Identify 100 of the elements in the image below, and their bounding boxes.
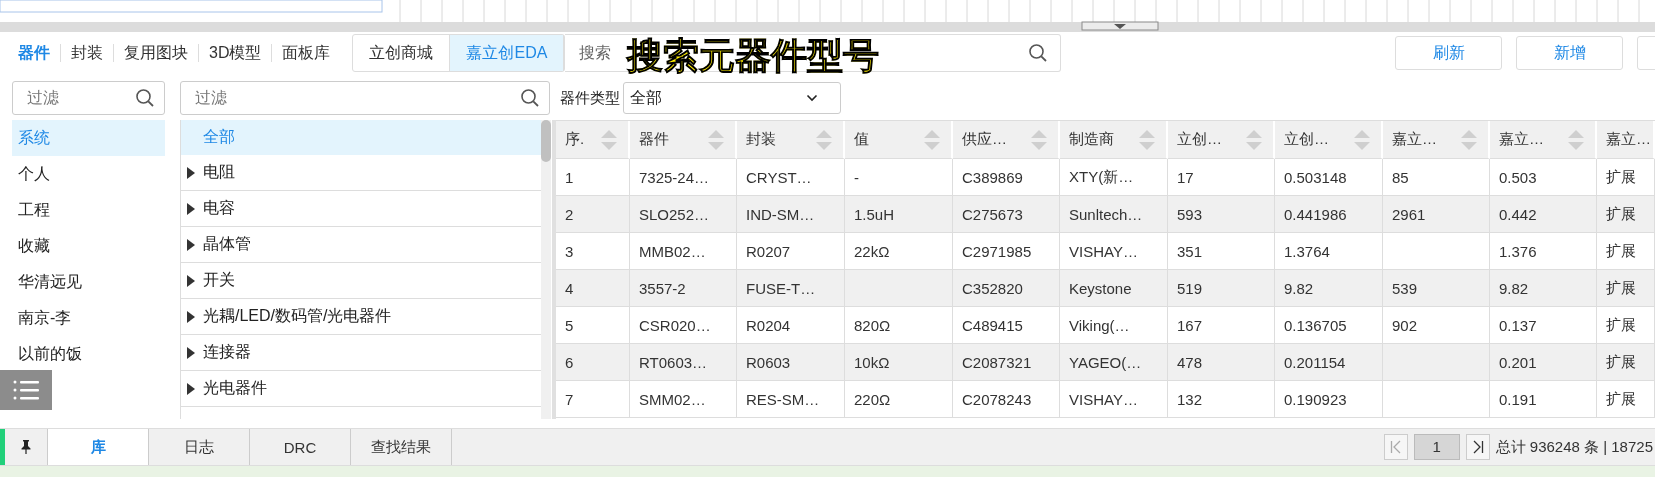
table-cell: Viking(… [1060,307,1168,344]
table-cell: 1.376 [1490,233,1597,270]
column-header[interactable]: 值 [845,121,953,159]
table-cell: 17 [1168,159,1275,196]
table-cell: C489415 [953,307,1060,344]
table-cell: 扩展 [1597,233,1655,270]
table-cell: 1 [556,159,630,196]
table-cell: RES-SM… [737,381,845,418]
library-tab[interactable]: 复用图块 [114,42,198,64]
table-cell: 85 [1383,159,1490,196]
table-cell: 593 [1168,196,1275,233]
table-cell: 9.82 [1275,270,1383,307]
table-cell: 2961 [1383,196,1490,233]
table-cell: 167 [1168,307,1275,344]
table-cell: MMB02… [630,233,737,270]
panel-tab[interactable]: 日志 [148,429,249,465]
table-cell: 0.201 [1490,344,1597,381]
column-header[interactable]: 立创… [1275,121,1383,159]
table-cell: 0.136705 [1275,307,1383,344]
library-item[interactable]: 收藏 [12,228,165,264]
table-cell: SLO252… [630,196,737,233]
table-cell: 10kΩ [845,344,953,381]
type-dropdown[interactable]: 全部 [623,82,841,114]
action-button[interactable]: 新增 [1516,36,1623,70]
table-cell: 0.190923 [1275,381,1383,418]
column-header[interactable]: 立创… [1168,121,1275,159]
panel-tab[interactable]: DRC [249,429,350,465]
category-item[interactable]: 电容 [181,191,541,227]
table-cell: 7325-24… [630,159,737,196]
table-cell: 扩展 [1597,344,1655,381]
panel-tab[interactable]: 查找结果 [350,429,452,465]
table-cell: Sunltech… [1060,196,1168,233]
category-item[interactable]: 电阻 [181,155,541,191]
column-header[interactable]: 嘉立… [1490,121,1597,159]
table-cell: R0204 [737,307,845,344]
filter-field[interactable]: 过滤 [12,81,165,115]
table-cell: FUSE-T… [737,270,845,307]
column-header[interactable]: 封装 [737,121,845,159]
table-cell: 0.442 [1490,196,1597,233]
panel-tab[interactable]: 库 [47,429,148,465]
category-item[interactable]: 开关 [181,263,541,299]
table-cell: 539 [1383,270,1490,307]
table-cell: 5 [556,307,630,344]
table-cell: C275673 [953,196,1060,233]
filter-field[interactable]: 过滤 [180,81,550,115]
table-cell: 3557-2 [630,270,737,307]
table-cell: 0.503 [1490,159,1597,196]
source-tab[interactable]: 立创商城 [353,35,450,71]
table-cell: VISHAY… [1060,233,1168,270]
table-cell: C2971985 [953,233,1060,270]
table-cell: 0.441986 [1275,196,1383,233]
table-cell: 902 [1383,307,1490,344]
table-cell: 22kΩ [845,233,953,270]
library-item[interactable]: 华清远见 [12,264,165,300]
column-header[interactable]: 嘉立… [1383,121,1490,159]
column-header[interactable]: 制造商 [1060,121,1168,159]
library-tab[interactable]: 3D模型 [199,42,272,64]
table-cell: 1.3764 [1275,233,1383,270]
category-item[interactable]: 晶体管 [181,227,541,263]
action-button[interactable]: 刷新 [1395,36,1502,70]
table-cell: 6 [556,344,630,381]
table-cell: 1.5uH [845,196,953,233]
library-item[interactable]: 个人 [12,156,165,192]
table-cell: C2078243 [953,381,1060,418]
column-header[interactable]: 供应… [953,121,1060,159]
table-cell: 扩展 [1597,159,1655,196]
table-cell: Keystone [1060,270,1168,307]
page-field[interactable]: 1 [1413,434,1460,460]
table-cell: VISHAY… [1060,381,1168,418]
category-item[interactable]: 连接器 [181,335,541,371]
table-cell: 3 [556,233,630,270]
table-cell: 扩展 [1597,270,1655,307]
table-cell: 132 [1168,381,1275,418]
category-item[interactable]: 光电器件 [181,371,541,407]
table-cell: 351 [1168,233,1275,270]
search-field[interactable]: 搜索 [565,36,624,70]
library-item[interactable]: 南京-李 [12,300,165,336]
table-cell: CSR020… [630,307,737,344]
annotation-text: 搜索元器件型号 [627,36,880,76]
category-item[interactable]: 光耦/LED/数码管/光电器件 [181,299,541,335]
column-header[interactable]: 嘉立… [1597,121,1655,159]
table-cell: 478 [1168,344,1275,381]
library-item[interactable]: 工程 [12,192,165,228]
table-cell: R0603 [737,344,845,381]
table-cell: RT0603… [630,344,737,381]
table-cell: 220Ω [845,381,953,418]
column-header[interactable]: 器件 [630,121,737,159]
table-cell: 4 [556,270,630,307]
table-cell: C352820 [953,270,1060,307]
library-tab[interactable]: 封装 [61,42,113,64]
table-cell: 扩展 [1597,307,1655,344]
table-cell: 9.82 [1490,270,1597,307]
table-cell: 0.191 [1490,381,1597,418]
table-cell: XTY(新… [1060,159,1168,196]
library-tab[interactable]: 器件 [8,42,60,64]
library-tab[interactable]: 面板库 [272,42,341,64]
library-item[interactable]: 以前的饭 [12,336,165,372]
table-cell: 0.503148 [1275,159,1383,196]
table-cell: YAGEO(… [1060,344,1168,381]
column-header[interactable]: 序. [556,121,630,159]
